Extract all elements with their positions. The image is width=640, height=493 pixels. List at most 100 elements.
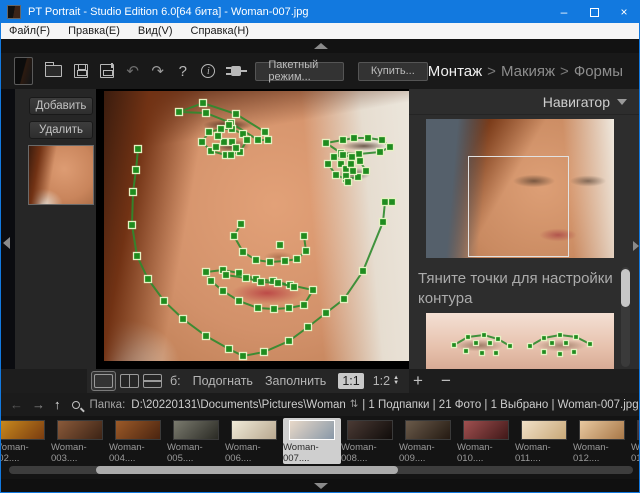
batch-mode-button[interactable]: Пакетный режим...	[255, 62, 343, 81]
path-sort-icon[interactable]: ⇅	[350, 399, 358, 410]
filmstrip-scrollbar-thumb[interactable]	[96, 466, 398, 474]
face-outline-point[interactable]	[323, 310, 330, 317]
breadcrumb-item[interactable]: Монтаж	[428, 63, 482, 80]
photo-canvas[interactable]	[96, 89, 409, 369]
mouth-inner-point[interactable]	[223, 272, 230, 279]
mouth-inner-point[interactable]	[275, 280, 282, 287]
eye-right-point[interactable]	[340, 152, 347, 159]
help-icon[interactable]: ?	[176, 61, 189, 81]
nose-point[interactable]	[267, 259, 274, 266]
nose-point[interactable]	[240, 249, 247, 256]
sample-brow-right-point[interactable]	[542, 350, 547, 355]
thumbnail-image[interactable]	[173, 420, 219, 440]
menu-item[interactable]: Файл(F)	[9, 25, 50, 37]
mouth-inner-point[interactable]	[258, 279, 265, 286]
face-outline-point[interactable]	[286, 338, 293, 345]
redo-icon[interactable]: ↷	[151, 61, 164, 81]
thumbnail-image[interactable]	[579, 420, 625, 440]
brow-left-point[interactable]	[255, 137, 262, 144]
nose-point[interactable]	[277, 242, 284, 249]
sample-brow-right-point[interactable]	[550, 341, 555, 346]
filmstrip-item[interactable]: Woman-002....	[1, 418, 51, 464]
zoom-50-button[interactable]: 1:2	[373, 374, 390, 388]
add-face-button[interactable]: Добавить	[29, 97, 93, 115]
brow-left-point[interactable]	[203, 110, 210, 117]
thumbnail-image[interactable]	[521, 420, 567, 440]
portrait-tool-icon[interactable]	[14, 57, 33, 85]
filmstrip-item[interactable]: Woman-005....	[167, 418, 225, 464]
thumbnail-image[interactable]	[347, 420, 393, 440]
face-outline-point[interactable]	[133, 167, 140, 174]
sample-brow-left-point[interactable]	[494, 351, 499, 356]
sample-brow-right-point[interactable]	[528, 344, 533, 349]
eye-left-point[interactable]	[226, 122, 233, 129]
eye-right-point[interactable]	[349, 154, 356, 161]
navigator-header[interactable]: Навигатор	[409, 89, 640, 115]
expand-right-icon[interactable]	[633, 241, 639, 251]
zoom-in-button[interactable]: +	[413, 371, 423, 391]
folder-path[interactable]: D:\20220131\Documents\Pictures\Woman	[131, 399, 346, 411]
face-outline-point[interactable]	[203, 333, 210, 340]
face-outline-point[interactable]	[261, 349, 268, 356]
open-folder-icon[interactable]	[45, 61, 62, 81]
brow-right-point[interactable]	[377, 149, 384, 156]
filmstrip-item[interactable]: Woman-003....	[51, 418, 109, 464]
brow-left-point[interactable]	[176, 109, 183, 116]
sample-brow-left-point[interactable]	[480, 351, 485, 356]
filmstrip-item[interactable]: Woman-009....	[399, 418, 457, 464]
filmstrip-item[interactable]: Woman-010....	[457, 418, 515, 464]
face-outline-point[interactable]	[305, 324, 312, 331]
collapse-up-icon[interactable]	[314, 43, 328, 49]
mouth-outer-point[interactable]	[236, 298, 243, 305]
mouth-outer-point[interactable]	[203, 269, 210, 276]
view-single-button[interactable]	[91, 371, 116, 391]
brow-left-point[interactable]	[233, 111, 240, 118]
spinner-down-icon[interactable]: ▼	[393, 381, 399, 386]
eye-right-point[interactable]	[345, 179, 352, 186]
breadcrumb-item[interactable]: Макияж	[501, 63, 555, 80]
maximize-button[interactable]	[579, 1, 609, 23]
sample-brow-right-point[interactable]	[564, 341, 569, 346]
nav-up-icon[interactable]: ↑	[54, 397, 61, 412]
mouth-outer-point[interactable]	[236, 270, 243, 277]
mouth-outer-point[interactable]	[255, 305, 262, 312]
sample-brow-right-point[interactable]	[574, 335, 579, 340]
zoom-spinner[interactable]: ▲▼	[393, 376, 399, 386]
face-outline-point[interactable]	[360, 268, 367, 275]
thumbnail-image[interactable]	[289, 420, 335, 440]
thumbnail-image[interactable]	[231, 420, 277, 440]
collapse-down-icon[interactable]	[314, 483, 328, 489]
nose-point[interactable]	[303, 248, 310, 255]
eye-left-point[interactable]	[244, 137, 251, 144]
sample-brow-left-point[interactable]	[482, 333, 487, 338]
sample-brow-left-point[interactable]	[464, 349, 469, 354]
mouth-outer-point[interactable]	[220, 288, 227, 295]
brow-right-point[interactable]	[387, 144, 394, 151]
menu-item[interactable]: Справка(Н)	[191, 25, 249, 37]
save-as-icon[interactable]	[100, 61, 114, 81]
info-icon[interactable]: i	[201, 61, 215, 81]
sample-brow-right-point[interactable]	[588, 342, 593, 347]
sample-brow-right-point[interactable]	[572, 350, 577, 355]
face-outline-point[interactable]	[145, 276, 152, 283]
filmstrip-item[interactable]: Woman-007....	[283, 418, 341, 464]
face-outline-point[interactable]	[129, 222, 136, 229]
eye-right-point[interactable]	[348, 161, 355, 168]
sample-brow-left-point[interactable]	[488, 341, 493, 346]
brow-left-point[interactable]	[265, 137, 272, 144]
face-outline-point[interactable]	[389, 199, 396, 206]
brow-right-point[interactable]	[351, 135, 358, 142]
fit-button[interactable]: Подогнать	[193, 374, 253, 388]
thumbnail-image[interactable]	[57, 420, 103, 440]
filmstrip-item[interactable]: Woman-004....	[109, 418, 167, 464]
brow-right-point[interactable]	[379, 137, 386, 144]
breadcrumb-item[interactable]: Формы	[574, 63, 623, 80]
filmstrip-item[interactable]: Woman-011....	[515, 418, 573, 464]
eye-right-point[interactable]	[325, 161, 332, 168]
view-split-horizontal-button[interactable]	[143, 374, 162, 388]
brow-right-point[interactable]	[365, 135, 372, 142]
eye-right-point[interactable]	[357, 158, 364, 165]
save-icon[interactable]	[74, 61, 88, 81]
brow-right-point[interactable]	[340, 137, 347, 144]
thumbnail-image[interactable]	[115, 420, 161, 440]
